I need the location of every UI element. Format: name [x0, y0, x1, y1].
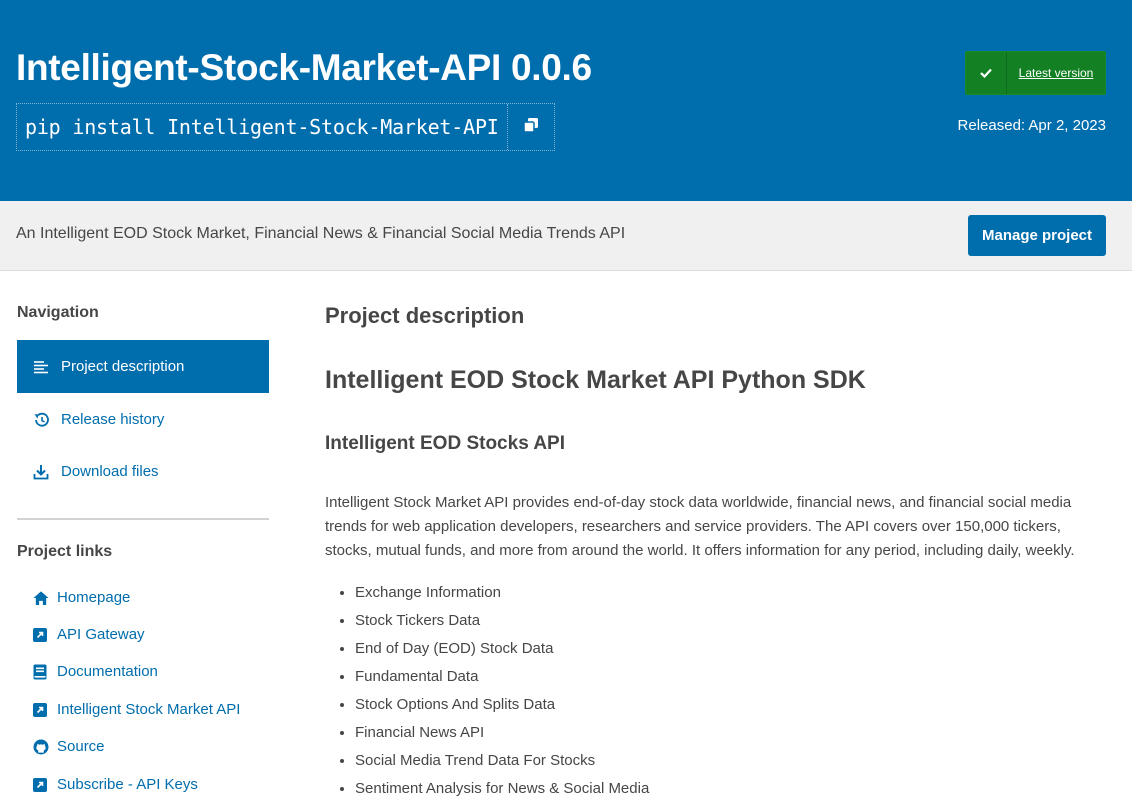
latest-version-link[interactable]: Latest version	[1007, 52, 1105, 94]
nav-download-files[interactable]: Download files	[17, 445, 269, 498]
link-homepage[interactable]: Homepage	[33, 589, 130, 606]
project-link-label: Subscribe - API Keys	[57, 776, 198, 793]
readme-intro: Intelligent Stock Market API provides en…	[325, 494, 1075, 559]
release-date: Released: Apr 2, 2023	[957, 117, 1106, 134]
nav-item-label: Release history	[61, 411, 165, 428]
list-item: Sentiment Analysis for News & Social Med…	[355, 777, 649, 805]
sidebar-divider	[17, 518, 269, 520]
nav-project-description[interactable]: Project description	[17, 340, 269, 393]
readme-title: Intelligent EOD Stock Market API Python …	[325, 366, 866, 394]
copy-icon	[522, 117, 539, 138]
book-icon	[33, 664, 49, 680]
nav-item-label: Project description	[61, 358, 185, 375]
readme-subtitle: Intelligent EOD Stocks API	[325, 433, 566, 454]
project-link-label: Homepage	[57, 589, 131, 606]
feature-list: Exchange Information Stock Tickers Data …	[325, 581, 649, 805]
project-link-label: Source	[57, 738, 105, 755]
link-api-gateway[interactable]: API Gateway	[33, 626, 145, 643]
download-icon	[33, 463, 51, 481]
link-intelligent-stock-market-api[interactable]: Intelligent Stock Market API	[33, 701, 240, 718]
pip-install-box: pip install Intelligent-Stock-Market-API	[16, 103, 555, 151]
nav-release-history[interactable]: Release history	[17, 393, 269, 446]
link-documentation[interactable]: Documentation	[33, 663, 158, 680]
package-summary-bar: An Intelligent EOD Stock Market, Financi…	[0, 201, 1132, 271]
external-link-icon	[33, 777, 49, 793]
copy-button[interactable]	[506, 104, 554, 150]
package-title: Intelligent-Stock-Market-API 0.0.6	[16, 47, 592, 88]
check-icon	[966, 52, 1007, 94]
history-icon	[33, 411, 51, 429]
link-subscribe-api-keys[interactable]: Subscribe - API Keys	[33, 776, 198, 793]
external-link-icon	[33, 627, 49, 643]
list-item: Stock Options And Splits Data	[355, 693, 649, 721]
pip-command[interactable]: pip install Intelligent-Stock-Market-API	[17, 115, 507, 139]
project-link-label: Documentation	[57, 663, 158, 680]
section-heading: Project description	[325, 303, 525, 328]
list-item: Social Media Trend Data For Stocks	[355, 749, 649, 777]
latest-version-badge[interactable]: Latest version	[965, 51, 1106, 95]
list-item: Financial News API	[355, 721, 649, 749]
manage-project-button[interactable]: Manage project	[968, 215, 1106, 256]
github-icon	[33, 739, 49, 755]
list-item: Stock Tickers Data	[355, 609, 649, 637]
project-link-label: Intelligent Stock Market API	[57, 701, 241, 718]
package-header: Intelligent-Stock-Market-API 0.0.6 pip i…	[0, 0, 1132, 201]
align-left-icon	[33, 358, 51, 376]
package-summary: An Intelligent EOD Stock Market, Financi…	[16, 225, 626, 242]
link-source[interactable]: Source	[33, 738, 105, 755]
nav-item-label: Download files	[61, 463, 159, 480]
navigation-heading: Navigation	[17, 304, 99, 321]
external-link-icon	[33, 702, 49, 718]
list-item: End of Day (EOD) Stock Data	[355, 637, 649, 665]
list-item: Exchange Information	[355, 581, 649, 609]
project-link-label: API Gateway	[57, 626, 145, 643]
home-icon	[33, 590, 49, 606]
list-item: Fundamental Data	[355, 665, 649, 693]
project-links-heading: Project links	[17, 543, 113, 560]
